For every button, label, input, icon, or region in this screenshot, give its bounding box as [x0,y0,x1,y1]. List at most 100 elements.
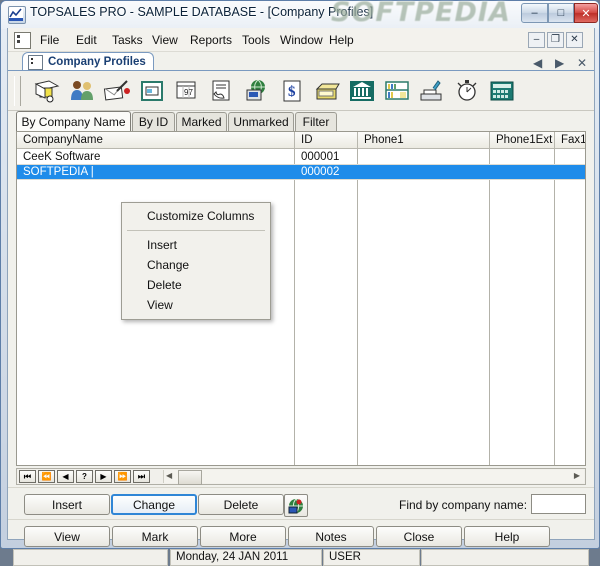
document-window-icon [28,54,43,70]
menu-view[interactable]: View [146,31,184,49]
mdi-minimize-button[interactable]: – [528,32,545,48]
company-data-grid[interactable]: CompanyName ID Phone1 Phone1Ext Fax1 Cee… [16,131,586,466]
tab-filter[interactable]: Filter [295,112,337,131]
tab-next-arrow[interactable]: ▶ [555,56,564,70]
status-bar: Monday, 24 JAN 2011 USER [13,549,589,566]
grid-context-menu[interactable]: Customize Columns Insert Change Delete V… [121,202,271,320]
window-maximize-button[interactable]: □ [548,3,574,23]
topsales-icon [8,6,26,24]
more-button[interactable]: More [200,526,286,547]
mark-button[interactable]: Mark [112,526,198,547]
grid-row-divider [17,179,585,180]
column-header-id[interactable]: ID [295,132,357,148]
menu-file[interactable]: File [34,31,65,49]
child-tab-company-profiles[interactable]: Company Profiles [22,52,154,71]
nav-search-button[interactable]: ? [76,470,93,483]
cell-fax1 [555,150,585,164]
find-by-company-name-input[interactable] [531,494,586,514]
menu-reports[interactable]: Reports [184,31,238,49]
close-button[interactable]: Close [376,526,462,547]
toolbar-grip[interactable] [14,76,21,106]
child-tab-label: Company Profiles [48,56,146,68]
toolbar-scanner-icon[interactable] [415,75,449,107]
menu-edit[interactable]: Edit [70,31,103,49]
window-close-button[interactable]: ✕ [574,3,598,23]
view-button[interactable]: View [24,526,110,547]
title-bar: TOPSALES PRO - SAMPLE DATABASE - [Compan… [1,0,599,28]
column-header-phone1[interactable]: Phone1 [358,132,489,148]
tab-by-id[interactable]: By ID [132,112,175,131]
toolbar-invoice-icon[interactable]: $ [275,75,309,107]
record-navigator-strip: ⏮ ⏪ ◀ ? ▶ ⏩ ⏭ ◀ ▶ [16,468,586,485]
svg-text:97: 97 [184,88,193,97]
cell-companyname: SOFTPEDIA | [23,166,94,178]
globe-search-icon[interactable] [284,494,308,517]
find-by-company-name-label: Find by company name: [399,498,528,512]
toolbar-card-file-icon[interactable] [135,75,169,107]
nav-first-button[interactable]: ⏮ [19,470,36,483]
status-panel-4 [421,549,589,566]
toolbar-calculator-icon[interactable] [485,75,519,107]
status-panel-1 [13,549,168,566]
menu-help[interactable]: Help [323,31,360,49]
view-button-label: View [54,529,80,544]
nav-last-button[interactable]: ⏭ [133,470,150,483]
cell-phone1ext [490,165,554,179]
insert-button[interactable]: Insert [24,494,110,515]
nav-next-button[interactable]: ▶ [95,470,112,483]
toolbar-mail-merge-icon[interactable] [100,75,134,107]
context-menu-item-delete[interactable]: Delete [122,275,270,295]
tab-by-company-name[interactable]: By Company Name [16,111,131,131]
context-menu-item-customize-columns[interactable]: Customize Columns [122,206,270,226]
table-row[interactable]: CeeK Software 000001 [17,150,585,164]
change-button[interactable]: Change [111,494,197,515]
nav-prev-button[interactable]: ◀ [57,470,74,483]
mdi-document-icon[interactable] [14,32,31,49]
toolbar-timer-icon[interactable] [450,75,484,107]
tab-unmarked[interactable]: Unmarked [228,112,294,131]
horizontal-scrollbar[interactable]: ◀ ▶ [163,470,584,485]
delete-button[interactable]: Delete [198,494,284,515]
context-menu-item-change[interactable]: Change [122,255,270,275]
tab-prev-arrow[interactable]: ◀ [533,56,542,70]
scroll-left-arrow[interactable]: ◀ [166,471,172,480]
menu-tasks[interactable]: Tasks [106,31,149,49]
grid-gridline [489,149,490,465]
cell-phone1 [358,150,489,164]
notes-button[interactable]: Notes [288,526,374,547]
status-panel-date: Monday, 24 JAN 2011 [170,549,322,566]
delete-button-label: Delete [223,497,259,512]
context-menu-item-insert[interactable]: Insert [122,235,270,255]
toolbar-contacts-icon[interactable] [65,75,99,107]
help-button[interactable]: Help [464,526,550,547]
toolbar-bank-icon[interactable] [345,75,379,107]
main-toolbar: 97 $ [8,71,594,111]
scrollbar-thumb[interactable] [178,470,202,485]
tab-marked[interactable]: Marked [176,112,227,131]
menu-window[interactable]: Window [274,31,329,49]
toolbar-phone-log-icon[interactable] [205,75,239,107]
toolbar-company-profiles-icon[interactable] [30,75,64,107]
column-header-fax1[interactable]: Fax1 [555,132,585,148]
nav-prev-page-button[interactable]: ⏪ [38,470,55,483]
help-button-label: Help [494,529,520,544]
toolbar-web-icon[interactable] [240,75,274,107]
nav-next-page-button[interactable]: ⏩ [114,470,131,483]
column-header-companyname[interactable]: CompanyName [17,132,294,148]
mdi-restore-button[interactable]: ❐ [547,32,564,48]
window-minimize-button[interactable]: – [521,3,548,23]
more-button-label: More [229,529,257,544]
column-header-phone1ext[interactable]: Phone1Ext [490,132,554,148]
panel-divider [8,519,594,520]
menu-bar: File Edit Tasks View Reports Tools Windo… [8,28,594,52]
client-area: File Edit Tasks View Reports Tools Windo… [7,28,595,566]
toolbar-cash-register-icon[interactable] [310,75,344,107]
context-menu-item-view[interactable]: View [122,295,270,315]
tab-close-icon[interactable]: ✕ [577,56,587,70]
table-row[interactable]: SOFTPEDIA | 000002 [17,165,585,179]
menu-tools[interactable]: Tools [236,31,276,49]
toolbar-library-icon[interactable] [380,75,414,107]
toolbar-calendar-icon[interactable]: 97 [170,75,204,107]
scroll-right-arrow[interactable]: ▶ [574,471,580,480]
mdi-close-button[interactable]: ✕ [566,32,583,48]
